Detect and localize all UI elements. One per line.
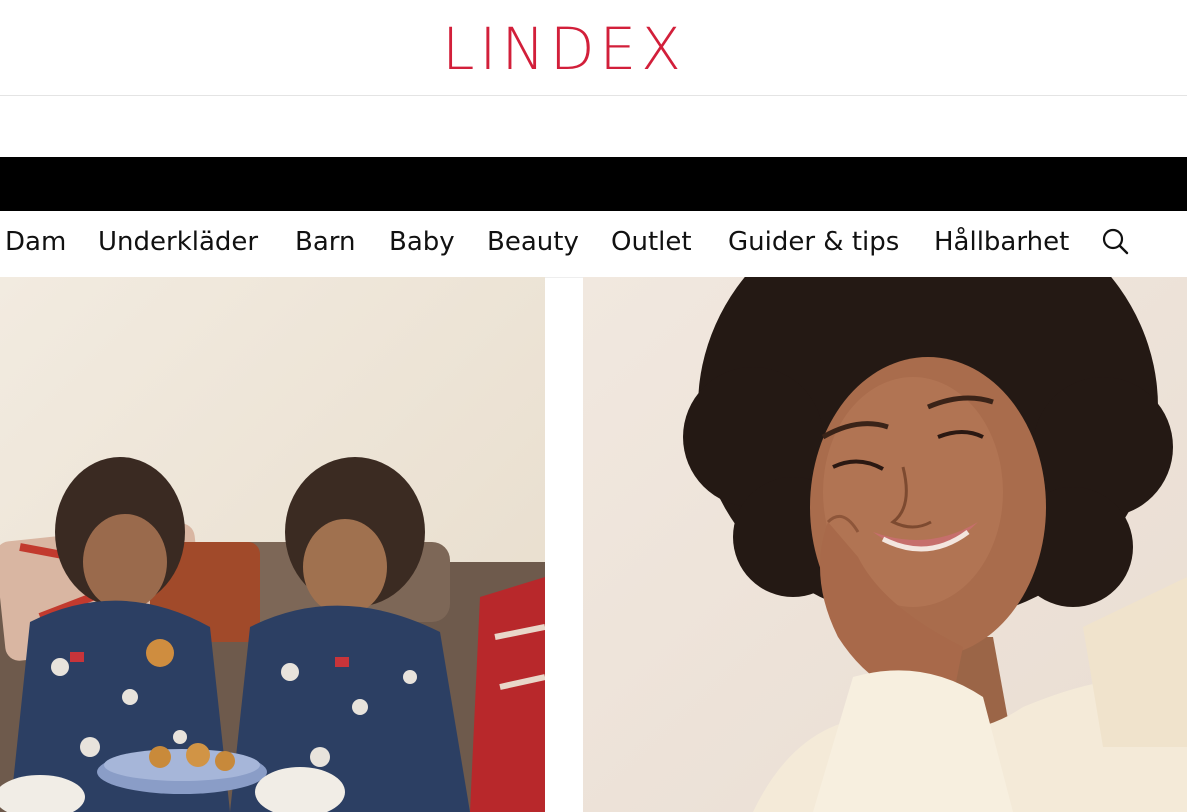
search-icon[interactable] — [1100, 226, 1132, 258]
nav-item-barn[interactable]: Barn — [295, 225, 355, 259]
site-header: LINDEX — [0, 0, 1187, 96]
hero-image-kids-pajamas[interactable] — [0, 277, 545, 812]
promo-bar — [0, 157, 1187, 211]
hero-image-woman-smiling[interactable] — [583, 277, 1187, 812]
nav-item-guider-tips[interactable]: Guider & tips — [728, 225, 899, 259]
nav-item-hallbarhet[interactable]: Hållbarhet — [934, 225, 1069, 259]
nav-item-outlet[interactable]: Outlet — [611, 225, 692, 259]
nav-item-baby[interactable]: Baby — [389, 225, 455, 259]
nav-item-underklader[interactable]: Underkläder — [98, 225, 258, 259]
nav-item-dam[interactable]: Dam — [5, 225, 66, 259]
lindex-logo[interactable]: LINDEX — [434, 20, 694, 78]
nav-item-beauty[interactable]: Beauty — [487, 225, 579, 259]
main-nav: Dam Underkläder Barn Baby Beauty Outlet … — [0, 211, 1187, 278]
